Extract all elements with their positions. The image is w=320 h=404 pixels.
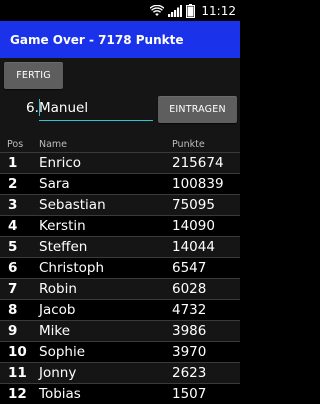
fertig-button[interactable]: FERTIG [4, 62, 63, 89]
table-row: 7 Robin 6028 [0, 278, 240, 299]
table-row: 1 Enrico 215674 [0, 152, 240, 173]
main-content: FERTIG 6. EINTRAGEN Pos Name Punkte 1 Enr… [0, 58, 240, 404]
row-pos: 3 [8, 197, 18, 213]
row-pos: 1 [8, 155, 18, 171]
row-score: 2623 [172, 365, 207, 381]
row-pos: 2 [8, 176, 18, 192]
table-row: 12 Tobias 1507 [0, 383, 240, 404]
name-input[interactable] [39, 96, 153, 121]
row-score: 75095 [172, 197, 215, 213]
page-title: Game Over - 7178 Punkte [10, 32, 184, 47]
table-row: 10 Sophie 3970 [0, 341, 240, 362]
row-score: 3986 [172, 323, 207, 339]
row-name: Robin [39, 281, 77, 297]
table-row: 6 Christoph 6547 [0, 257, 240, 278]
row-name: Sophie [39, 344, 86, 360]
status-bar: 11:12 [0, 0, 240, 21]
signal-icon [168, 0, 183, 21]
column-header-score: Punkte [172, 139, 205, 150]
table-row: 11 Jonny 2623 [0, 362, 240, 383]
column-header-name: Name [39, 139, 68, 150]
row-score: 215674 [172, 155, 224, 171]
row-score: 14090 [172, 218, 215, 234]
row-score: 4732 [172, 302, 207, 318]
table-row: 3 Sebastian 75095 [0, 194, 240, 215]
row-pos: 5 [8, 239, 18, 255]
eintragen-button[interactable]: EINTRAGEN [158, 96, 237, 123]
row-name: Jacob [39, 302, 76, 318]
row-name: Kerstin [39, 218, 86, 234]
row-name: Sara [39, 176, 70, 192]
row-name: Steffen [39, 239, 88, 255]
table-header: Pos Name Punkte [0, 138, 240, 152]
table-row: 4 Kerstin 14090 [0, 215, 240, 236]
text-cursor [39, 99, 40, 116]
app-bar: Game Over - 7178 Punkte [0, 21, 240, 58]
status-clock: 11:12 [201, 3, 236, 18]
row-pos: 6 [8, 260, 18, 276]
table-body[interactable]: 1 Enrico 215674 2 Sara 100839 3 Sebastian 75095 4… [0, 152, 240, 404]
row-pos: 11 [8, 365, 27, 381]
row-name: Sebastian [39, 197, 106, 213]
row-name: Jonny [39, 365, 77, 381]
row-pos: 8 [8, 302, 18, 318]
entry-rank-label: 6. [26, 100, 39, 116]
row-name: Enrico [39, 155, 82, 171]
highscore-table: Pos Name Punkte 1 Enrico 215674 2 Sara 100839… [0, 138, 240, 404]
row-score: 100839 [172, 176, 224, 192]
row-score: 6028 [172, 281, 207, 297]
column-header-pos: Pos [7, 139, 24, 150]
row-pos: 4 [8, 218, 18, 234]
row-pos: 7 [8, 281, 18, 297]
table-row: 8 Jacob 4732 [0, 299, 240, 320]
row-pos: 10 [8, 344, 27, 360]
table-row: 5 Steffen 14044 [0, 236, 240, 257]
row-name: Mike [39, 323, 71, 339]
row-name: Christoph [39, 260, 104, 276]
table-row: 2 Sara 100839 [0, 173, 240, 194]
table-row: 9 Mike 3986 [0, 320, 240, 341]
row-score: 3970 [172, 344, 207, 360]
row-score: 6547 [172, 260, 207, 276]
wifi-icon [150, 0, 165, 21]
row-pos: 9 [8, 323, 18, 339]
battery-icon [186, 0, 196, 21]
row-score: 14044 [172, 239, 215, 255]
